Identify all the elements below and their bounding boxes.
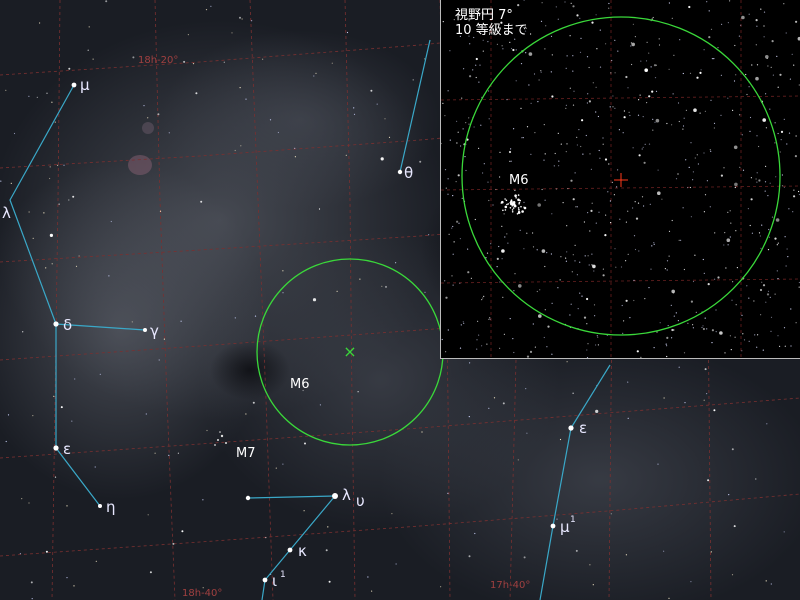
label-upsilon: υ (356, 492, 365, 510)
label-m6: M6 (290, 377, 310, 392)
label-lambda-left: λ (2, 204, 11, 222)
star-iota (262, 577, 268, 583)
label-lambda-sco: λ (342, 486, 351, 504)
fov-center-marker: × (343, 342, 356, 361)
label-m7: M7 (236, 446, 256, 461)
label-iota-sup: 1 (280, 570, 286, 580)
star-epsilon (53, 445, 59, 451)
label-delta: δ (63, 316, 72, 334)
label-theta: θ (404, 164, 413, 182)
label-iota: ι (272, 572, 277, 590)
star-epsilon-right (568, 425, 574, 431)
star-delta (53, 321, 59, 327)
label-mu-right-sup: 1 (570, 515, 576, 525)
star-upsilon (245, 495, 251, 501)
label-gamma: γ (150, 322, 159, 340)
inset-caption-fov: 視野円 7° (455, 8, 513, 23)
grid-label-bottom-left: 18h-40° (182, 588, 222, 599)
inset-caption-magnitude: 10 等級まで (455, 23, 528, 38)
label-eta: η (106, 498, 116, 516)
label-epsilon-right: ε (579, 419, 587, 437)
star-kappa (287, 547, 293, 553)
inset-label-m6: M6 (509, 173, 529, 188)
field-of-view-inset: M6 視野円 7° 10 等級まで (440, 0, 800, 359)
inset-caption: 視野円 7° 10 等級まで (455, 8, 528, 38)
star-lambda-sco (332, 493, 338, 499)
star-mu (71, 82, 77, 88)
star-mu-right (550, 523, 556, 529)
grid-label-top: 18h-20° (138, 55, 178, 66)
inset-crosshair (614, 173, 628, 187)
label-mu: μ (80, 76, 90, 94)
star-gamma (143, 328, 147, 332)
star-theta (397, 169, 403, 175)
star-eta (98, 504, 102, 508)
label-kappa: κ (298, 542, 307, 560)
grid-label-bottom-right: 17h-40° (490, 580, 530, 591)
inset-star-field: M6 (441, 0, 800, 358)
label-mu-right: μ (560, 518, 570, 536)
label-epsilon-left: ε (63, 440, 71, 458)
